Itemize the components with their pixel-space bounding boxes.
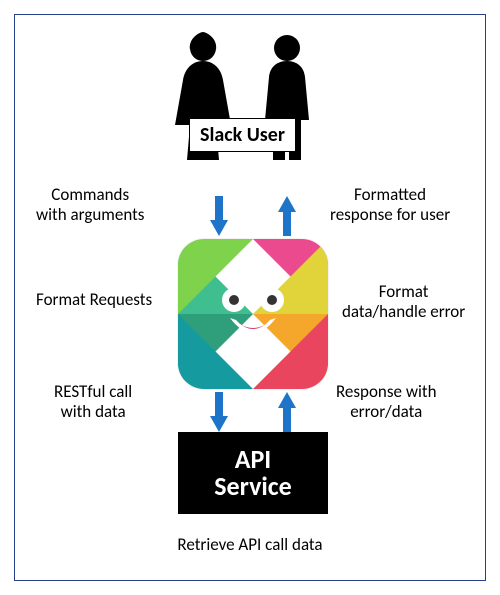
- label-format-requests: Format Requests: [36, 290, 152, 310]
- label-retrieve: Retrieve API call data: [0, 535, 500, 555]
- label-format-data: Format data/handle error: [342, 282, 465, 321]
- arrow-down-user-to-bot: [210, 196, 224, 230]
- arrow-down-bot-to-api: [210, 392, 224, 426]
- slack-user-label: Slack User: [189, 118, 296, 152]
- label-restful-call: RESTful call with data: [54, 382, 132, 421]
- api-service-box: API Service: [178, 432, 328, 514]
- label-response: Response with error/data: [336, 382, 437, 421]
- slack-user-text: Slack User: [200, 123, 285, 147]
- label-formatted-response: Formatted response for user: [330, 185, 450, 224]
- label-commands: Commands with arguments: [36, 185, 144, 224]
- api-line1: API: [214, 446, 292, 473]
- api-line2: Service: [214, 473, 292, 500]
- arrow-up-bot-to-user: [278, 196, 292, 230]
- arrow-up-api-to-bot: [278, 392, 292, 426]
- bot-face-icon: [216, 284, 290, 344]
- slack-bot-icon: [178, 239, 328, 389]
